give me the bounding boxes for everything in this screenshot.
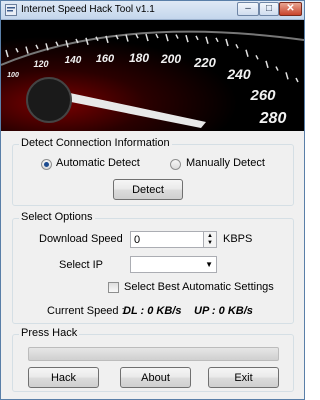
- select-ip-label: Select IP: [59, 259, 104, 271]
- close-button[interactable]: ✕: [279, 2, 302, 16]
- options-group-title: Select Options: [19, 211, 95, 223]
- app-icon: [5, 4, 17, 16]
- gauge-tick-label: 260: [249, 87, 276, 104]
- speedometer-banner: 100120140160180200220240260280300: [1, 20, 304, 131]
- gauge-hub: [26, 77, 72, 123]
- select-options-group: Select Options Download Speed ▲ ▼ KBPS S…: [12, 211, 294, 324]
- gauge-tick-label: 200: [160, 52, 181, 66]
- window-title: Internet Speed Hack Tool v1.1: [21, 4, 155, 15]
- hack-button[interactable]: Hack: [28, 367, 99, 388]
- gauge-tick-label: 120: [33, 59, 48, 69]
- gauge-tick-label: 280: [259, 110, 287, 127]
- download-speed-spinner[interactable]: ▲ ▼: [204, 231, 217, 248]
- title-bar[interactable]: Internet Speed Hack Tool v1.1 – □ ✕: [1, 1, 304, 20]
- hack-progress-bar: [28, 347, 279, 361]
- gauge-tick-label: 140: [65, 55, 82, 66]
- speedometer-graphic: 100120140160180200220240260280300: [1, 20, 304, 131]
- current-speed-label: Current Speed :: [47, 305, 125, 317]
- best-settings-label[interactable]: Select Best Automatic Settings: [124, 281, 274, 293]
- radio-selected-dot: [44, 162, 49, 167]
- automatic-detect-label[interactable]: Automatic Detect: [56, 157, 140, 169]
- detect-group-title: Detect Connection Information: [19, 137, 172, 149]
- gauge-tick-label: 220: [193, 55, 216, 70]
- download-speed-input[interactable]: [130, 231, 204, 248]
- detect-button[interactable]: Detect: [113, 179, 183, 200]
- gauge-tick-label: 100: [7, 72, 19, 79]
- detect-connection-group: Detect Connection Information Automatic …: [12, 137, 294, 206]
- about-button[interactable]: About: [120, 367, 191, 388]
- app-window: Internet Speed Hack Tool v1.1 – □ ✕ 100 1…: [0, 0, 305, 400]
- gauge-tick-label: 160: [96, 53, 115, 65]
- dropdown-arrow-icon[interactable]: ▼: [205, 260, 213, 269]
- gauge-tick-label: 240: [226, 66, 251, 82]
- manually-detect-radio[interactable]: [170, 159, 181, 170]
- press-hack-group: Press Hack Hack About Exit: [12, 327, 294, 392]
- spinner-up-icon[interactable]: ▲: [204, 232, 216, 239]
- manually-detect-label[interactable]: Manually Detect: [186, 157, 265, 169]
- select-ip-dropdown[interactable]: ▼: [130, 256, 217, 273]
- maximize-button[interactable]: □: [259, 2, 279, 16]
- download-speed-label: Download Speed: [39, 233, 123, 245]
- upload-speed-readout: UP : 0 KB/s: [194, 305, 253, 317]
- automatic-detect-radio[interactable]: [41, 159, 52, 170]
- best-settings-checkbox[interactable]: [108, 282, 119, 293]
- spinner-down-icon[interactable]: ▼: [204, 239, 216, 246]
- download-unit-label: KBPS: [223, 233, 253, 245]
- hack-group-title: Press Hack: [19, 327, 80, 339]
- gauge-tick-label: 180: [129, 51, 149, 65]
- minimize-button[interactable]: –: [237, 2, 259, 16]
- exit-button[interactable]: Exit: [208, 367, 279, 388]
- download-speed-readout: DL : 0 KB/s: [123, 305, 182, 317]
